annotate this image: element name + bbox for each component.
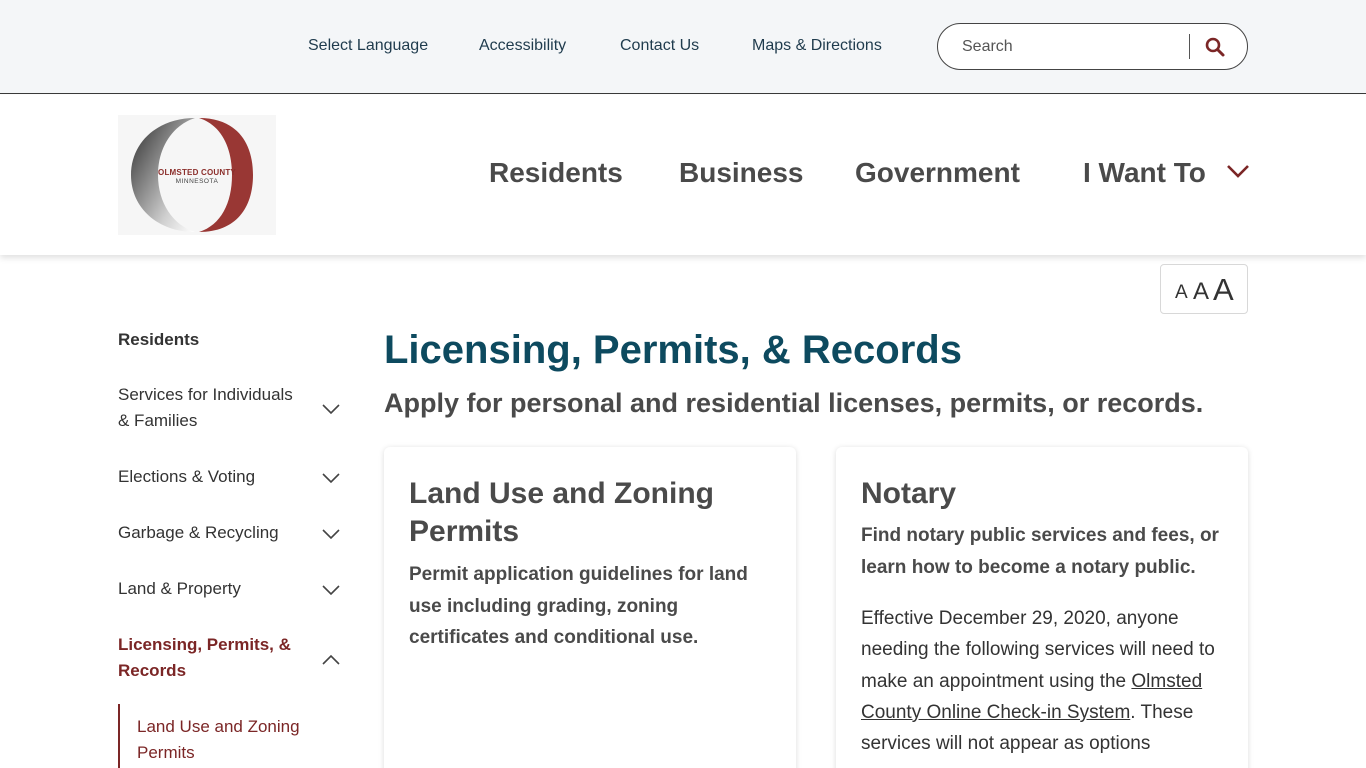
card-land-use[interactable]: Land Use and Zoning Permits Permit appli… (384, 447, 796, 768)
search-icon (1205, 37, 1225, 57)
card-description: Permit application guidelines for land u… (409, 564, 748, 648)
page-subtitle: Apply for personal and residential licen… (384, 388, 1204, 418)
site-header: OLMSTED COUNTY MINNESOTA Residents Busin… (0, 95, 1366, 255)
accessibility-link[interactable]: Accessibility (479, 37, 566, 55)
search-box (937, 23, 1248, 70)
chevron-down-icon[interactable] (320, 583, 342, 597)
nav-business[interactable]: Business (679, 157, 804, 189)
chevron-down-icon[interactable] (320, 527, 342, 541)
font-size-control: A A A (1160, 264, 1248, 314)
sidebar-item-elections[interactable]: Elections & Voting (118, 464, 308, 490)
card-title[interactable]: Land Use and Zoning Permits (409, 475, 769, 551)
nav-government[interactable]: Government (855, 157, 1020, 189)
search-input[interactable] (962, 36, 1182, 58)
card-title[interactable]: Notary (861, 475, 1221, 513)
font-size-medium[interactable]: A (1193, 278, 1209, 306)
search-divider (1189, 34, 1190, 59)
search-button[interactable] (1200, 32, 1230, 62)
maps-directions-link[interactable]: Maps & Directions (752, 37, 882, 55)
sidebar-item-land-property[interactable]: Land & Property (118, 576, 308, 602)
chevron-down-icon[interactable] (320, 471, 342, 485)
card-notary[interactable]: Notary Find notary public services and f… (836, 447, 1248, 768)
chevron-up-icon[interactable] (320, 653, 342, 667)
page-title: Licensing, Permits, & Records (384, 328, 962, 372)
card-description: Find notary public services and fees, or… (861, 525, 1219, 578)
sidebar-subitem-land-use[interactable]: Land Use and Zoning Permits (137, 714, 327, 766)
sidebar-item-services[interactable]: Services for Individuals & Families (118, 382, 308, 434)
utility-bar: Select Language Accessibility Contact Us… (0, 0, 1366, 94)
nav-i-want-to[interactable]: I Want To (1083, 157, 1206, 189)
logo-name: OLMSTED COUNTY (158, 168, 236, 177)
sidebar-item-garbage[interactable]: Garbage & Recycling (118, 520, 308, 546)
nav-residents[interactable]: Residents (489, 157, 623, 189)
subnav-indicator (118, 704, 120, 768)
sidebar-item-licensing[interactable]: Licensing, Permits, & Records (118, 632, 308, 684)
font-size-small[interactable]: A (1175, 282, 1188, 304)
chevron-down-icon[interactable] (320, 402, 342, 416)
sidebar-heading[interactable]: Residents (118, 330, 199, 350)
select-language-link[interactable]: Select Language (308, 37, 428, 55)
contact-us-link[interactable]: Contact Us (620, 37, 699, 55)
county-logo[interactable]: OLMSTED COUNTY MINNESOTA (118, 115, 276, 235)
card-body: Effective December 29, 2020, anyone need… (861, 603, 1231, 759)
font-size-large[interactable]: A (1213, 272, 1234, 308)
logo-state: MINNESOTA (175, 178, 219, 185)
chevron-down-icon[interactable] (1224, 161, 1252, 181)
